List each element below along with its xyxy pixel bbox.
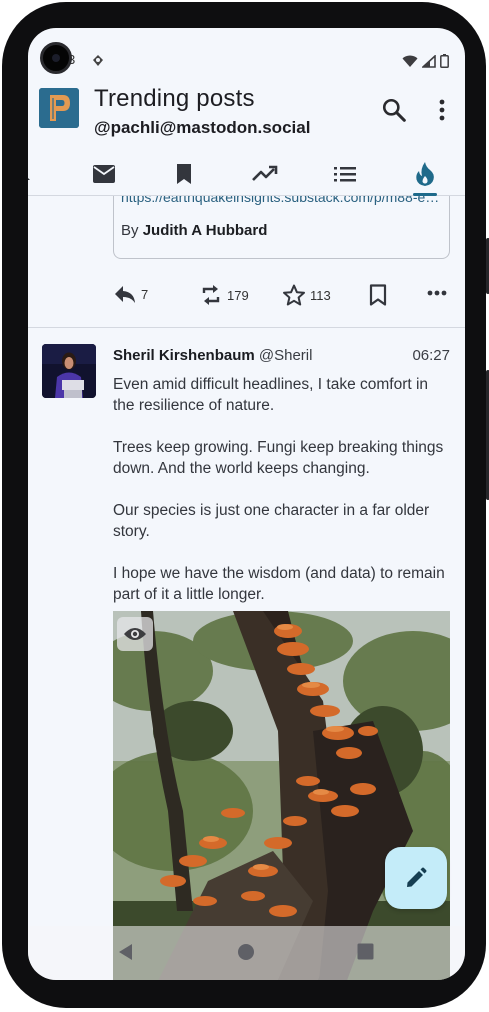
post-content: Even amid difficult headlines, I take co…	[113, 374, 453, 626]
favourite-button[interactable]: 113	[282, 284, 331, 306]
compose-button[interactable]	[385, 847, 447, 909]
favourite-count: 113	[310, 287, 331, 303]
signal-icon	[420, 53, 436, 73]
home-icon	[238, 944, 254, 960]
bookmark-button[interactable]	[369, 284, 387, 306]
battery-icon	[440, 54, 449, 73]
post-paragraph: Even amid difficult headlines, I take co…	[113, 376, 429, 414]
overflow-menu-icon	[439, 99, 445, 121]
status-bar: 3	[28, 28, 465, 74]
tab-trending-posts[interactable]	[405, 156, 445, 192]
bookmark-outline-icon	[369, 284, 387, 306]
account-avatar[interactable]	[39, 88, 79, 128]
tab-bar	[28, 154, 465, 196]
post-divider	[28, 327, 465, 328]
author-avatar[interactable]	[42, 344, 96, 398]
more-button[interactable]	[427, 290, 447, 296]
mail-icon	[93, 165, 115, 183]
overflow-menu-button[interactable]	[424, 92, 460, 128]
tab-bookmarks[interactable]	[164, 156, 204, 192]
media-attachment[interactable]	[113, 611, 450, 980]
system-navigation-bar	[28, 926, 465, 980]
boost-count: 179	[227, 287, 249, 303]
front-camera	[40, 42, 72, 74]
trending-icon	[252, 165, 278, 181]
bookmark-icon	[177, 164, 191, 184]
back-button[interactable]	[117, 943, 135, 966]
post-time: 06:27	[412, 347, 450, 364]
link-author: By Judith A Hubbard	[121, 222, 268, 239]
reply-count: 7	[141, 286, 149, 302]
post-paragraph: I hope we have the wisdom (and data) to …	[113, 565, 445, 603]
post-paragraph: Our species is just one character in a f…	[113, 502, 430, 540]
star-icon	[283, 284, 305, 306]
toggle-media-visibility-button[interactable]	[117, 617, 153, 651]
post-paragraph: Trees keep growing. Fungi keep breaking …	[113, 439, 444, 477]
app-bar: Trending posts @pachli@mastodon.social	[28, 74, 465, 154]
search-icon	[382, 98, 406, 122]
post-actions: 7 179 113	[113, 284, 453, 314]
status-icons	[402, 53, 449, 73]
pencil-icon	[407, 867, 427, 887]
tab-notifications[interactable]	[28, 156, 42, 192]
phone-frame: 3	[2, 2, 489, 1008]
wifi-icon	[402, 55, 418, 73]
more-horizontal-icon	[427, 290, 447, 296]
home-button[interactable]	[237, 943, 255, 966]
link-url[interactable]: https://earthquakeinsights.substack.com/…	[121, 196, 443, 205]
tab-messages[interactable]	[84, 156, 124, 192]
recents-button[interactable]	[357, 943, 374, 965]
list-icon	[334, 167, 356, 182]
eye-icon	[124, 628, 146, 640]
author-line[interactable]: Sheril Kirshenbaum @Sheril	[113, 347, 312, 364]
notification-icon	[91, 54, 105, 72]
tab-lists[interactable]	[325, 156, 365, 192]
tab-trending[interactable]	[245, 156, 285, 192]
page-title: Trending posts	[94, 85, 255, 112]
bell-icon	[28, 173, 30, 180]
back-icon	[119, 944, 132, 960]
reply-icon	[115, 286, 135, 303]
account-handle: @pachli@mastodon.social	[94, 118, 311, 137]
search-button[interactable]	[376, 92, 412, 128]
reply-button[interactable]: 7	[113, 284, 148, 304]
flame-icon	[416, 162, 434, 186]
link-preview-card[interactable]: https://earthquakeinsights.substack.com/…	[113, 196, 450, 259]
recents-icon	[357, 943, 374, 960]
screen: 3	[28, 28, 465, 980]
boost-button[interactable]: 179	[199, 284, 249, 306]
boost-icon	[202, 285, 220, 305]
